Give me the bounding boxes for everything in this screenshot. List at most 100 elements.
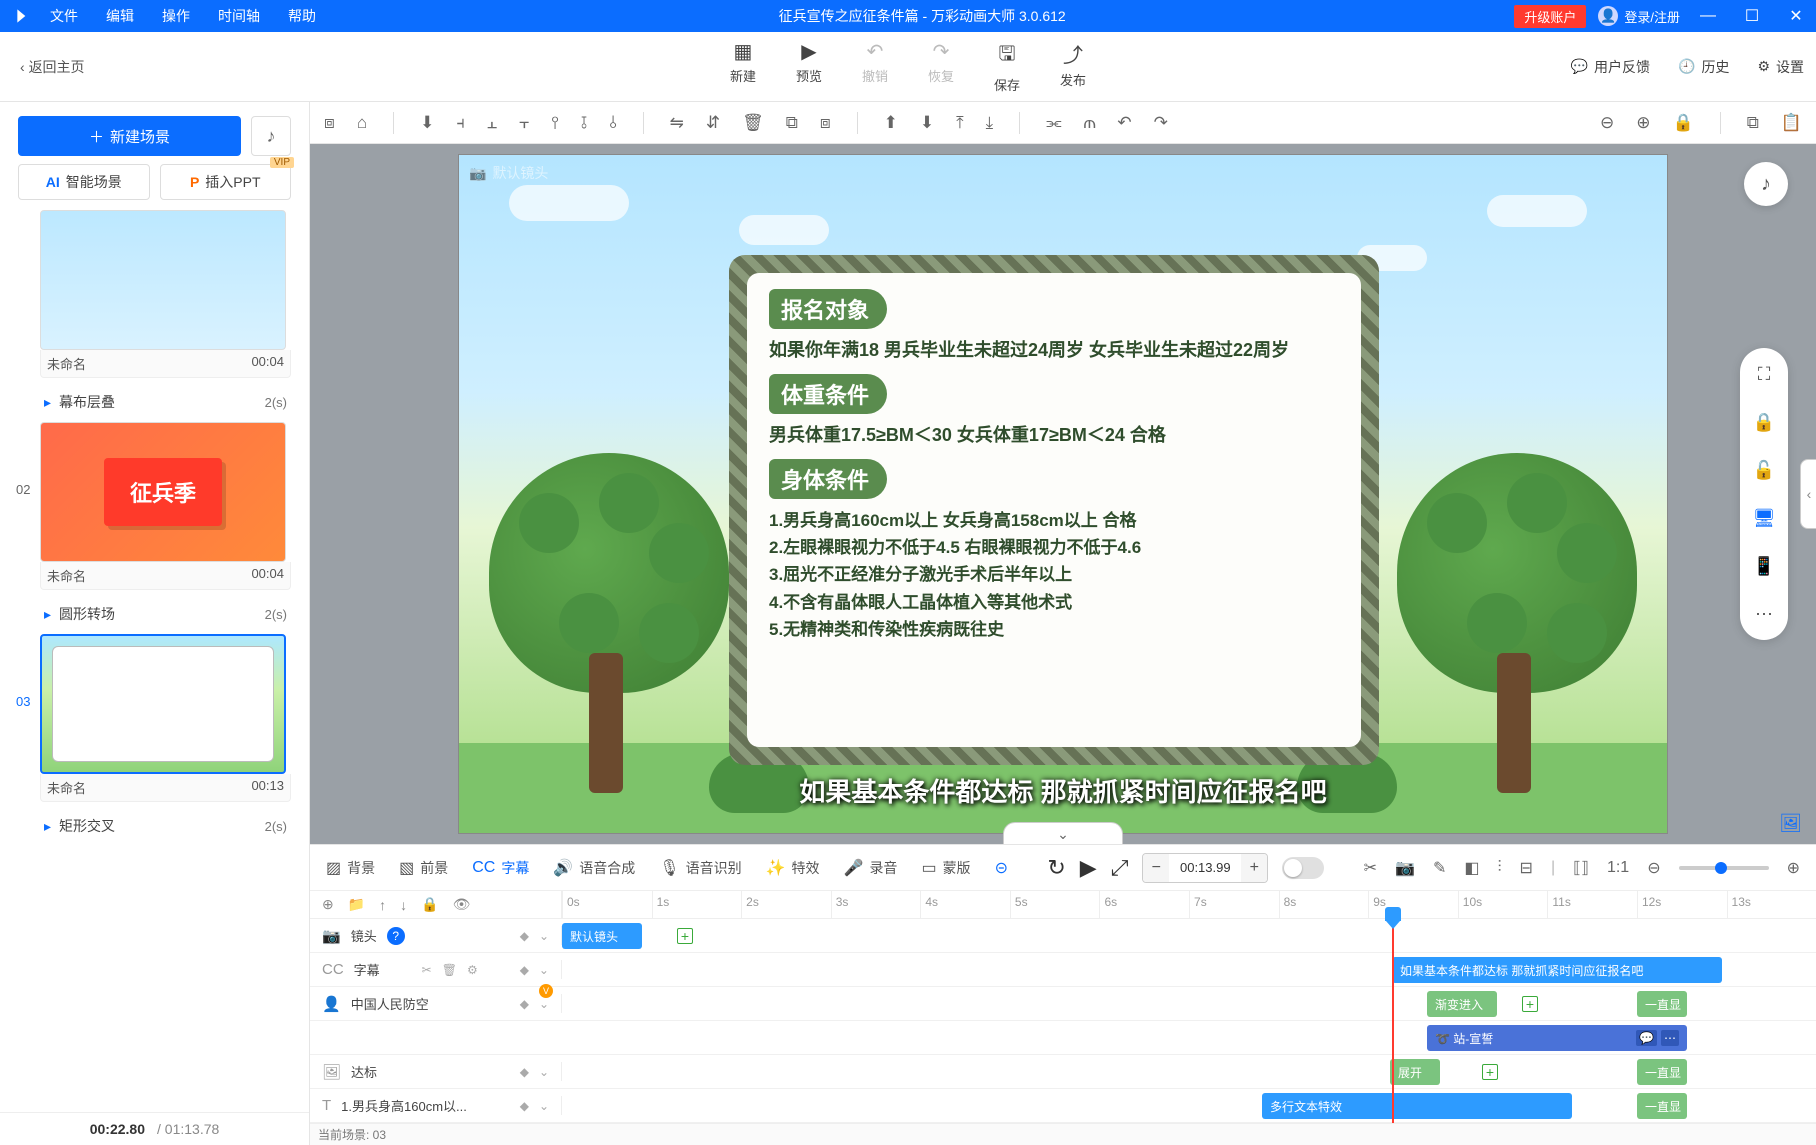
track-label[interactable]: 🖼达标◆⌄	[310, 1062, 562, 1081]
undo-button[interactable]: ↶撤销	[862, 39, 888, 94]
chevron-down-icon[interactable]: ⌄	[539, 929, 549, 943]
paste-icon[interactable]: 📋	[1781, 113, 1802, 133]
crop-time-icon[interactable]: ✂	[1364, 858, 1377, 878]
desktop-view-icon[interactable]: 🖥	[1748, 502, 1780, 534]
align-right-icon[interactable]: ⫟	[519, 113, 529, 133]
chat-small-icon[interactable]: 💬	[1636, 1030, 1657, 1046]
lock-open-icon[interactable]: 🔓	[1748, 454, 1780, 486]
chevron-down-icon[interactable]: ⌄	[539, 1099, 549, 1113]
chevron-down-icon[interactable]: ⌄	[539, 997, 549, 1011]
keyframe-icon[interactable]: ◆	[520, 963, 529, 977]
track-lane[interactable]: 多行文本特效 一直显	[562, 1089, 1816, 1122]
time-minus-button[interactable]: −	[1143, 854, 1169, 882]
tab-tts[interactable]: 🔊语音合成	[553, 858, 635, 878]
lock-all-icon[interactable]: 🔒	[421, 896, 438, 913]
more-icon[interactable]: ⋯	[1748, 598, 1780, 630]
minimize-button[interactable]: —	[1692, 7, 1724, 25]
scissors-icon[interactable]: ✂	[422, 963, 432, 977]
tab-effects[interactable]: ✨特效	[766, 858, 820, 878]
chevron-down-icon[interactable]: ⌄	[539, 963, 549, 977]
timeline-clip[interactable]: 一直显	[1637, 1093, 1687, 1119]
flip-v-icon[interactable]: ⇵	[706, 113, 720, 133]
beat-icon[interactable]: ⟦⟧	[1573, 858, 1589, 878]
preview-button[interactable]: ▶预览	[796, 39, 822, 94]
settings-button[interactable]: ⚙设置	[1757, 57, 1804, 77]
playhead[interactable]	[1392, 919, 1394, 1123]
tab-subtitle[interactable]: CC字幕	[472, 858, 529, 878]
keyframe-icon[interactable]: ◆	[520, 929, 529, 943]
align-middle-icon[interactable]: ⫱	[581, 113, 587, 133]
history-button[interactable]: 🕘历史	[1678, 57, 1729, 77]
track-lane[interactable]: 如果基本条件都达标 那就抓紧时间应征报名吧	[562, 953, 1816, 986]
layer-up-icon[interactable]: ⬆	[884, 113, 898, 133]
flip-h-icon[interactable]: ⇋	[670, 113, 684, 133]
scene-list[interactable]: 未命名00:04 ▸幕布层叠2(s) 02 征兵季 未命名00:04 ▸圆形转场…	[0, 210, 309, 1112]
menu-timeline[interactable]: 时间轴	[204, 6, 274, 26]
menu-edit[interactable]: 编辑	[92, 6, 148, 26]
close-button[interactable]: ✕	[1780, 6, 1812, 26]
zoom-out-icon[interactable]: ⊖	[1600, 113, 1614, 133]
track-lane[interactable]: ➰ 站-宣誓💬⋯	[562, 1021, 1816, 1054]
rotate-right-icon[interactable]: ↷	[1154, 113, 1168, 133]
track-label[interactable]: T1.男兵身高160cm以...◆⌄	[310, 1096, 562, 1115]
timeline-clip[interactable]: ➰ 站-宣誓💬⋯	[1427, 1025, 1687, 1051]
insert-ppt-button[interactable]: P插入PPTVIP	[160, 164, 292, 200]
transition-row[interactable]: ▸圆形转场2(s)	[40, 598, 291, 634]
layer-back-icon[interactable]: ⤓	[986, 113, 994, 133]
add-keyframe-button[interactable]: +	[1522, 996, 1538, 1012]
menu-action[interactable]: 操作	[148, 6, 204, 26]
timeline-clip[interactable]: 如果基本条件都达标 那就抓紧时间应征报名吧	[1392, 957, 1722, 983]
snap-toggle[interactable]	[1282, 857, 1324, 879]
lock-closed-icon[interactable]: 🔒	[1748, 406, 1780, 438]
download-icon[interactable]: ⬇	[420, 113, 434, 133]
canvas-stage[interactable]: 📷默认镜头 报名对象 如果你年满18 男兵毕业生未超过24周岁 女兵毕业生未超过…	[458, 154, 1668, 834]
new-button[interactable]: ▦新建	[730, 39, 756, 94]
scene-item[interactable]: 未命名00:04	[40, 210, 291, 378]
new-scene-button[interactable]: ＋新建场景	[18, 116, 241, 156]
add-track-icon[interactable]: ⊕	[322, 896, 334, 913]
bgm-button[interactable]: ♪	[1744, 162, 1788, 206]
home-icon[interactable]: ⌂	[357, 113, 367, 133]
edit-icon[interactable]: ✎	[1433, 858, 1446, 878]
time-value[interactable]: 00:13.99	[1169, 860, 1241, 875]
align-center-icon[interactable]: ⫠	[487, 113, 497, 133]
time-plus-button[interactable]: +	[1241, 854, 1267, 882]
transition-row[interactable]: ▸幕布层叠2(s)	[40, 386, 291, 422]
timeline-clip[interactable]: 多行文本特效	[1262, 1093, 1572, 1119]
copy-icon[interactable]: ⧉	[1747, 113, 1759, 133]
login-button[interactable]: 👤 登录/注册	[1598, 6, 1680, 26]
fullscreen-icon[interactable]: ⛶	[1748, 358, 1780, 390]
settings-small-icon[interactable]: ⚙	[467, 963, 478, 977]
play-button[interactable]: ▶	[1080, 855, 1097, 881]
track-lane[interactable]: 默认镜头+	[562, 919, 1816, 952]
zoom-out-tl-icon[interactable]: ⊖	[1647, 858, 1660, 878]
layer-down-icon[interactable]: ⬇	[920, 113, 934, 133]
maximize-button[interactable]: ☐	[1736, 6, 1768, 26]
timeline-clip[interactable]: 一直显	[1637, 1059, 1687, 1085]
track-label[interactable]: 👤中国人民防空◆⌄V	[310, 994, 562, 1013]
add-keyframe-button[interactable]: +	[1482, 1064, 1498, 1080]
tab-mask[interactable]: ▭蒙版	[921, 858, 970, 878]
ungroup-icon[interactable]: ⧈	[820, 113, 831, 133]
scene-item[interactable]: 02 征兵季 未命名00:04	[40, 422, 291, 590]
expand-button[interactable]: ⤢	[1111, 855, 1129, 881]
screenshot-button[interactable]: 🖼	[1779, 813, 1802, 834]
replay-button[interactable]: ↻	[1047, 855, 1065, 881]
tab-foreground[interactable]: ▧前景	[399, 858, 448, 878]
transition-row[interactable]: ▸矩形交叉2(s)	[40, 810, 291, 846]
align-left-icon[interactable]: ⫞	[456, 113, 465, 133]
redo-button[interactable]: ↷恢复	[928, 39, 954, 94]
chevron-down-icon[interactable]: ⌄	[539, 1065, 549, 1079]
timeline-clip[interactable]: 一直显	[1637, 991, 1687, 1017]
zoom-in-icon[interactable]: ⊕	[1636, 113, 1650, 133]
ai-scene-button[interactable]: AI智能场景	[18, 164, 150, 200]
upgrade-button[interactable]: 升级账户	[1514, 5, 1586, 28]
marker-icon[interactable]: ◧	[1464, 858, 1479, 878]
trash-icon[interactable]: 🗑	[442, 963, 457, 977]
menu-help[interactable]: 帮助	[274, 6, 330, 26]
track-lane[interactable]: 渐变进入一直显+	[562, 987, 1816, 1020]
filter-icon[interactable]: ⫶	[1498, 859, 1502, 877]
distribute-h-icon[interactable]: ⫘	[1046, 113, 1061, 133]
delete-icon[interactable]: 🗑	[742, 113, 764, 133]
right-panel-expand[interactable]: ‹	[1800, 459, 1816, 529]
